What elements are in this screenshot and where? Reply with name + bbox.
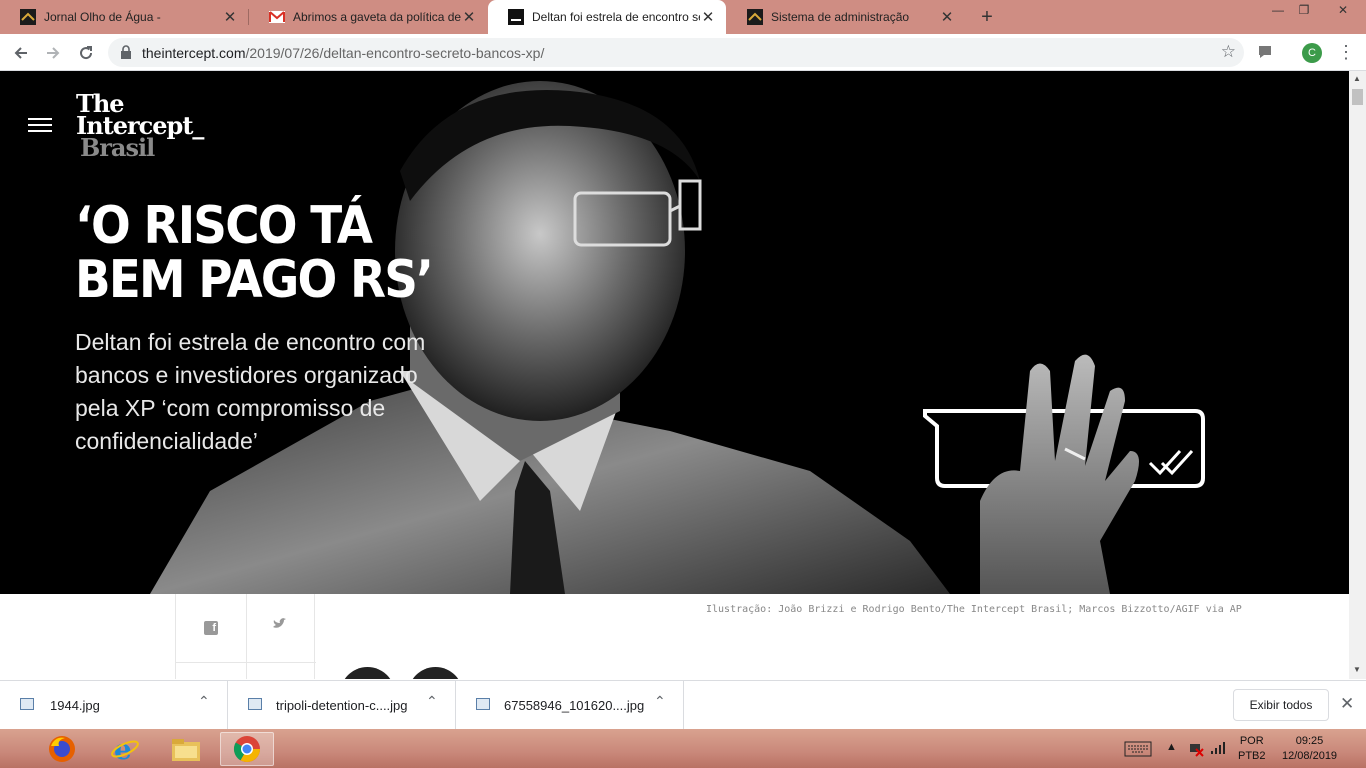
browser-toolbar: theintercept.com/2019/07/26/deltan-encon…	[0, 34, 1366, 71]
url-path: /2019/07/26/deltan-encontro-secreto-banc…	[245, 45, 545, 61]
url-host: theintercept.com	[142, 45, 246, 61]
tray-expand-icon[interactable]: ▲	[1166, 741, 1177, 768]
back-button[interactable]	[8, 40, 34, 66]
keyboard-icon[interactable]	[1124, 741, 1152, 757]
internet-explorer-icon[interactable]: e	[98, 732, 152, 766]
hero-section: The Intercept_ Brasil ‘O RISCO TÁ BEM PA…	[0, 71, 1349, 594]
language-code: POR	[1239, 735, 1264, 747]
olho-favicon-icon	[747, 9, 763, 25]
share-divider	[246, 594, 247, 679]
gmail-icon	[269, 9, 285, 25]
tab-close-icon[interactable]: ✕	[939, 8, 955, 26]
image-file-icon	[248, 698, 262, 710]
tab-gmail[interactable]: Abrimos a gaveta da política de combate …	[249, 0, 487, 34]
chevron-up-icon[interactable]: ⌃	[198, 693, 210, 710]
bookmark-star-icon[interactable]: ☆	[1221, 42, 1236, 62]
chrome-icon[interactable]	[220, 732, 274, 766]
clock-time: 09:25	[1295, 735, 1324, 747]
restore-button[interactable]: ❐	[1288, 0, 1320, 22]
close-download-bar-icon[interactable]: ✕	[1340, 694, 1354, 714]
back-arrow-icon	[14, 47, 27, 59]
extension-icon[interactable]	[1257, 44, 1275, 60]
twitter-share-icon[interactable]	[272, 618, 286, 630]
hamburger-menu-icon[interactable]	[28, 118, 52, 132]
lock-icon	[121, 45, 131, 59]
download-item[interactable]: tripoli-detention-c....jpg ⌃	[228, 681, 456, 730]
image-file-icon	[476, 698, 490, 710]
page-viewport: The Intercept_ Brasil ‘O RISCO TÁ BEM PA…	[0, 71, 1349, 679]
chevron-up-icon[interactable]: ⌃	[654, 693, 666, 710]
share-panel: f	[175, 594, 316, 679]
download-filename: 67558946_101620....jpg	[504, 698, 645, 713]
tab-sistema[interactable]: Sistema de administração ✕	[727, 0, 965, 34]
chevron-up-icon[interactable]: ⌃	[426, 693, 438, 710]
language-indicator[interactable]: POR PTB2	[1238, 734, 1266, 764]
photo-credit: Ilustração: João Brizzi e Rodrigo Bento/…	[706, 604, 1242, 615]
logo-line-brasil: Brasil	[80, 133, 155, 162]
site-logo[interactable]: The Intercept_ Brasil	[76, 92, 204, 162]
windows-taskbar: e ▲ POR PTB2 09:25 12/08/2019	[0, 729, 1366, 768]
show-all-downloads-button[interactable]: Exibir todos	[1233, 689, 1329, 721]
new-tab-button[interactable]: +	[975, 5, 999, 29]
forward-arrow-icon	[47, 47, 60, 59]
clock-date: 12/08/2019	[1282, 750, 1338, 762]
intercept-favicon-icon	[508, 9, 524, 25]
url-text: theintercept.com/2019/07/26/deltan-encon…	[142, 45, 544, 61]
author-avatar[interactable]	[408, 667, 463, 679]
file-explorer-icon[interactable]	[159, 732, 213, 766]
article-meta-strip: f Ilustração: João Brizzi e Rodrigo Bent…	[0, 594, 1349, 679]
forward-button[interactable]	[40, 40, 66, 66]
download-filename: tripoli-detention-c....jpg	[276, 698, 408, 713]
tab-close-icon[interactable]: ✕	[700, 8, 716, 26]
tab-intercept[interactable]: Deltan foi estrela de encontro secreto ✕	[488, 0, 726, 34]
system-clock[interactable]: 09:25 12/08/2019	[1282, 734, 1337, 764]
profile-avatar[interactable]: C	[1302, 43, 1322, 63]
scroll-down-icon[interactable]: ▼	[1353, 665, 1361, 674]
window-close-button[interactable]: ✕	[1320, 0, 1366, 22]
page-scrollbar[interactable]: ▲ ▼	[1349, 71, 1366, 679]
download-item[interactable]: 1944.jpg ⌃	[0, 681, 228, 730]
reload-icon	[80, 46, 93, 60]
download-filename: 1944.jpg	[50, 698, 100, 713]
olho-favicon-icon	[20, 9, 36, 25]
image-file-icon	[20, 698, 34, 710]
tab-title: Abrimos a gaveta da política de combate	[293, 10, 461, 24]
article-dek: Deltan foi estrela de encontro com banco…	[75, 329, 426, 454]
tab-close-icon[interactable]: ✕	[222, 8, 238, 26]
download-bar: 1944.jpg ⌃ tripoli-detention-c....jpg ⌃ …	[0, 680, 1366, 730]
tab-close-icon[interactable]: ✕	[461, 8, 477, 26]
address-bar[interactable]: theintercept.com/2019/07/26/deltan-encon…	[108, 38, 1244, 67]
tab-title: Deltan foi estrela de encontro secreto	[532, 10, 700, 24]
tab-title: Sistema de administração	[771, 10, 910, 24]
author-avatar[interactable]	[340, 667, 395, 679]
scrollbar-thumb[interactable]	[1352, 89, 1363, 105]
download-item[interactable]: 67558946_101620....jpg ⌃	[456, 681, 684, 730]
signal-icon[interactable]	[1210, 741, 1228, 755]
firefox-icon[interactable]	[35, 732, 89, 766]
network-error-icon[interactable]	[1188, 741, 1204, 757]
article-headline: ‘O RISCO TÁ BEM PAGO RS’	[75, 196, 434, 310]
tab-title: Jornal Olho de Água -	[44, 10, 161, 24]
tab-jornal[interactable]: Jornal Olho de Água - ✕	[0, 0, 248, 34]
share-divider	[176, 662, 316, 663]
facebook-share-icon[interactable]: f	[204, 621, 218, 635]
tab-strip: Jornal Olho de Água - ✕ Abrimos a gaveta…	[0, 0, 1366, 34]
menu-kebab-icon[interactable]: ⋮	[1337, 42, 1355, 62]
reload-button[interactable]	[73, 40, 99, 66]
scroll-up-icon[interactable]: ▲	[1353, 74, 1361, 83]
keyboard-layout: PTB2	[1238, 750, 1266, 762]
